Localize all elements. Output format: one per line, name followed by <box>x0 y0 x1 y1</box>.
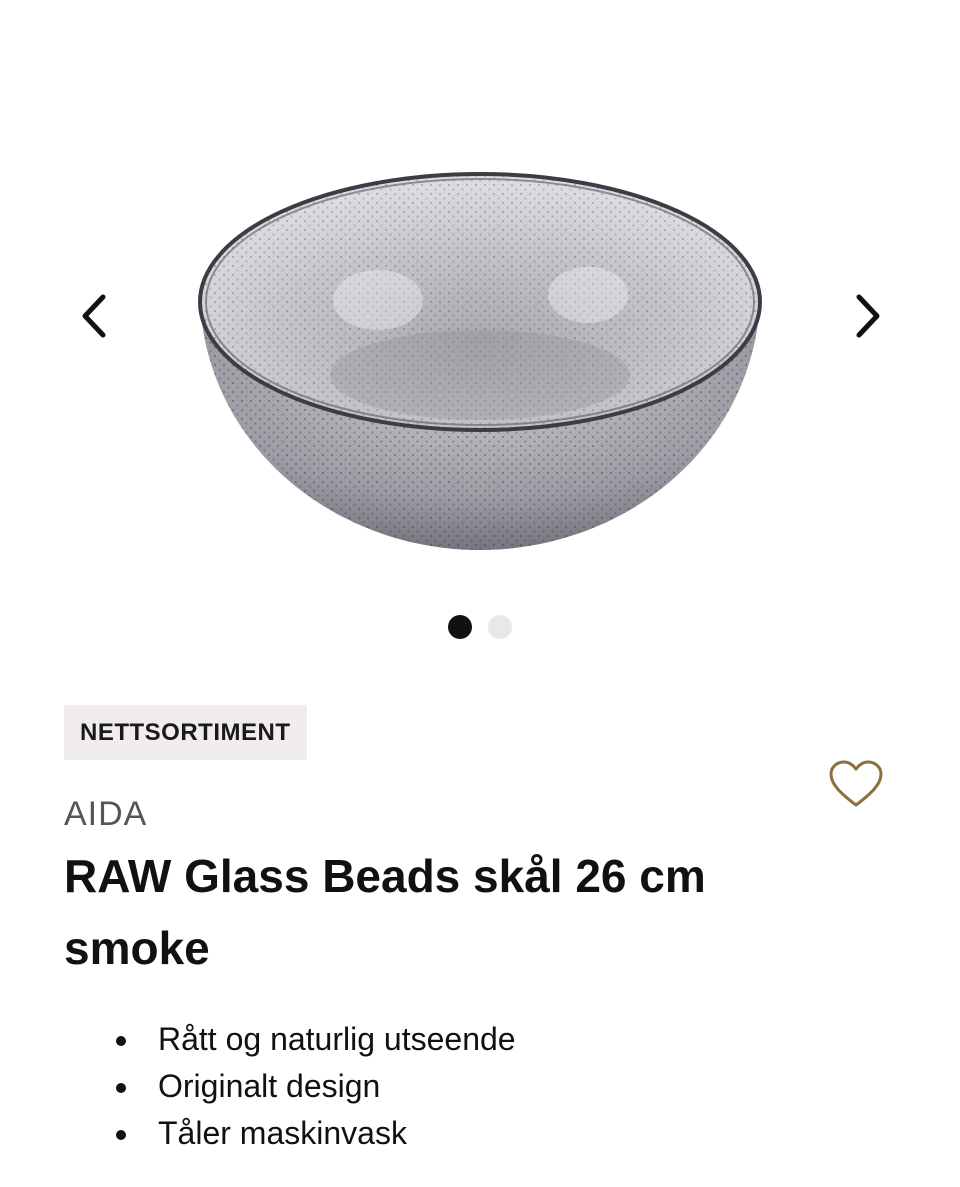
image-gallery <box>0 0 960 660</box>
feature-item: Originalt design <box>110 1063 516 1110</box>
chevron-right-icon <box>856 294 880 338</box>
previous-image-button[interactable] <box>66 288 122 344</box>
product-image[interactable] <box>168 30 792 590</box>
next-image-button[interactable] <box>840 288 896 344</box>
feature-item: Rått og naturlig utseende <box>110 1016 516 1063</box>
pagination-dot-2[interactable] <box>488 615 512 639</box>
heart-outline-icon <box>829 760 883 807</box>
product-brand[interactable]: AIDA <box>64 795 147 834</box>
favorite-button[interactable] <box>826 756 886 812</box>
online-only-badge: NETTSORTIMENT <box>64 705 307 760</box>
bowl-image <box>198 172 762 550</box>
chevron-left-icon <box>82 294 106 338</box>
gallery-pagination <box>0 615 960 639</box>
product-title: RAW Glass Beads skål 26 cm smoke <box>64 850 706 974</box>
pagination-dot-1[interactable] <box>448 615 472 639</box>
feature-item: Tåler maskinvask <box>110 1110 516 1157</box>
feature-list: Rått og naturlig utseende Originalt desi… <box>110 1016 516 1157</box>
